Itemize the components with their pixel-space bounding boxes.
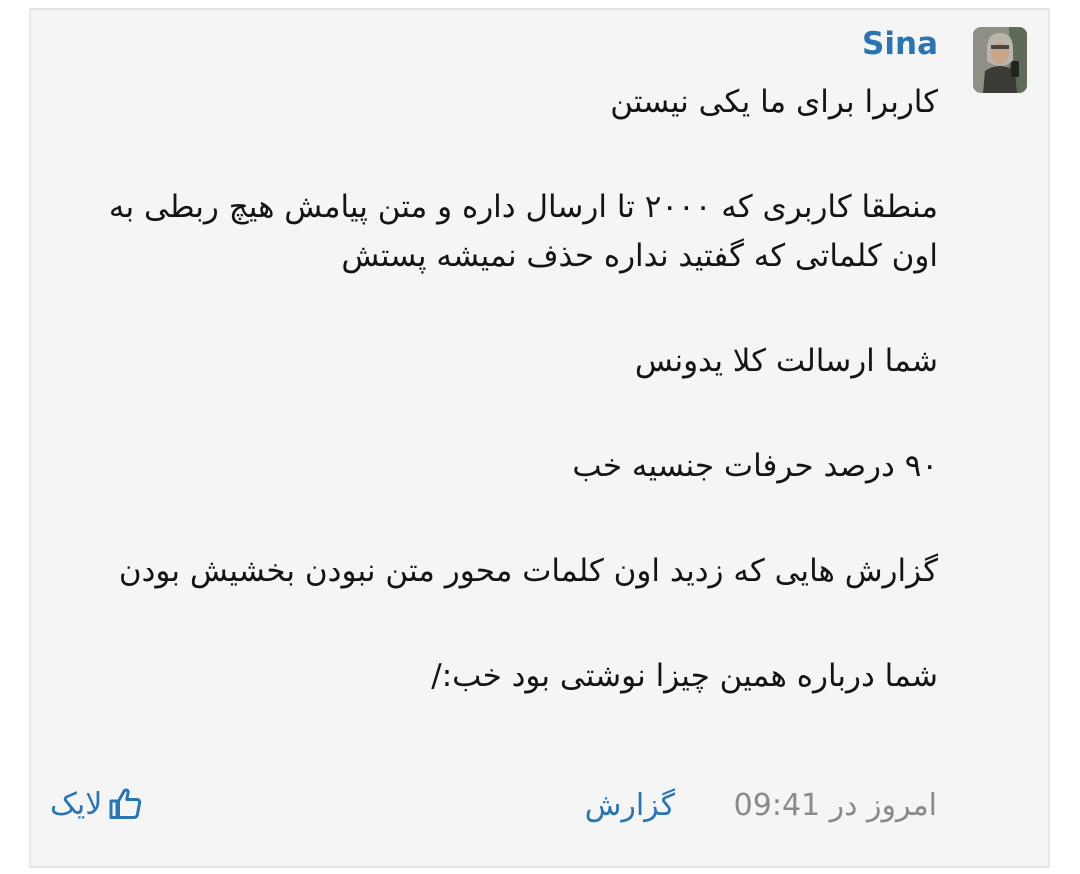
post-paragraph: ۹۰ درصد حرفات جنسیه خب	[572, 448, 938, 484]
author-name[interactable]: Sina	[862, 26, 938, 62]
post-paragraph: کاربرا برای ما یکی نیستن	[610, 84, 938, 120]
avatar-image	[973, 27, 1027, 93]
post-paragraph: گزارش هایی که زدید اون کلمات محور متن نب…	[118, 553, 938, 589]
thumbs-up-icon	[108, 786, 144, 822]
like-button[interactable]: لایک	[50, 786, 144, 822]
report-link[interactable]: گزارش	[585, 788, 675, 823]
post-paragraph: شما ارسالت کلا یدونس	[634, 343, 938, 379]
post-footer: امروز در 09:41 گزارش لایک	[0, 782, 1080, 838]
author-avatar[interactable]	[973, 27, 1027, 93]
post-timestamp[interactable]: امروز در 09:41	[734, 788, 937, 823]
like-label: لایک	[50, 786, 103, 822]
post-paragraph: منطقا کاربری که ۲۰۰۰ تا ارسال داره و متن…	[108, 189, 938, 274]
post-body: کاربرا برای ما یکی نیستن منطقا کاربری که…	[58, 78, 938, 757]
post-paragraph: شما درباره همین چیزا نوشتی بود خب:/	[431, 658, 938, 694]
